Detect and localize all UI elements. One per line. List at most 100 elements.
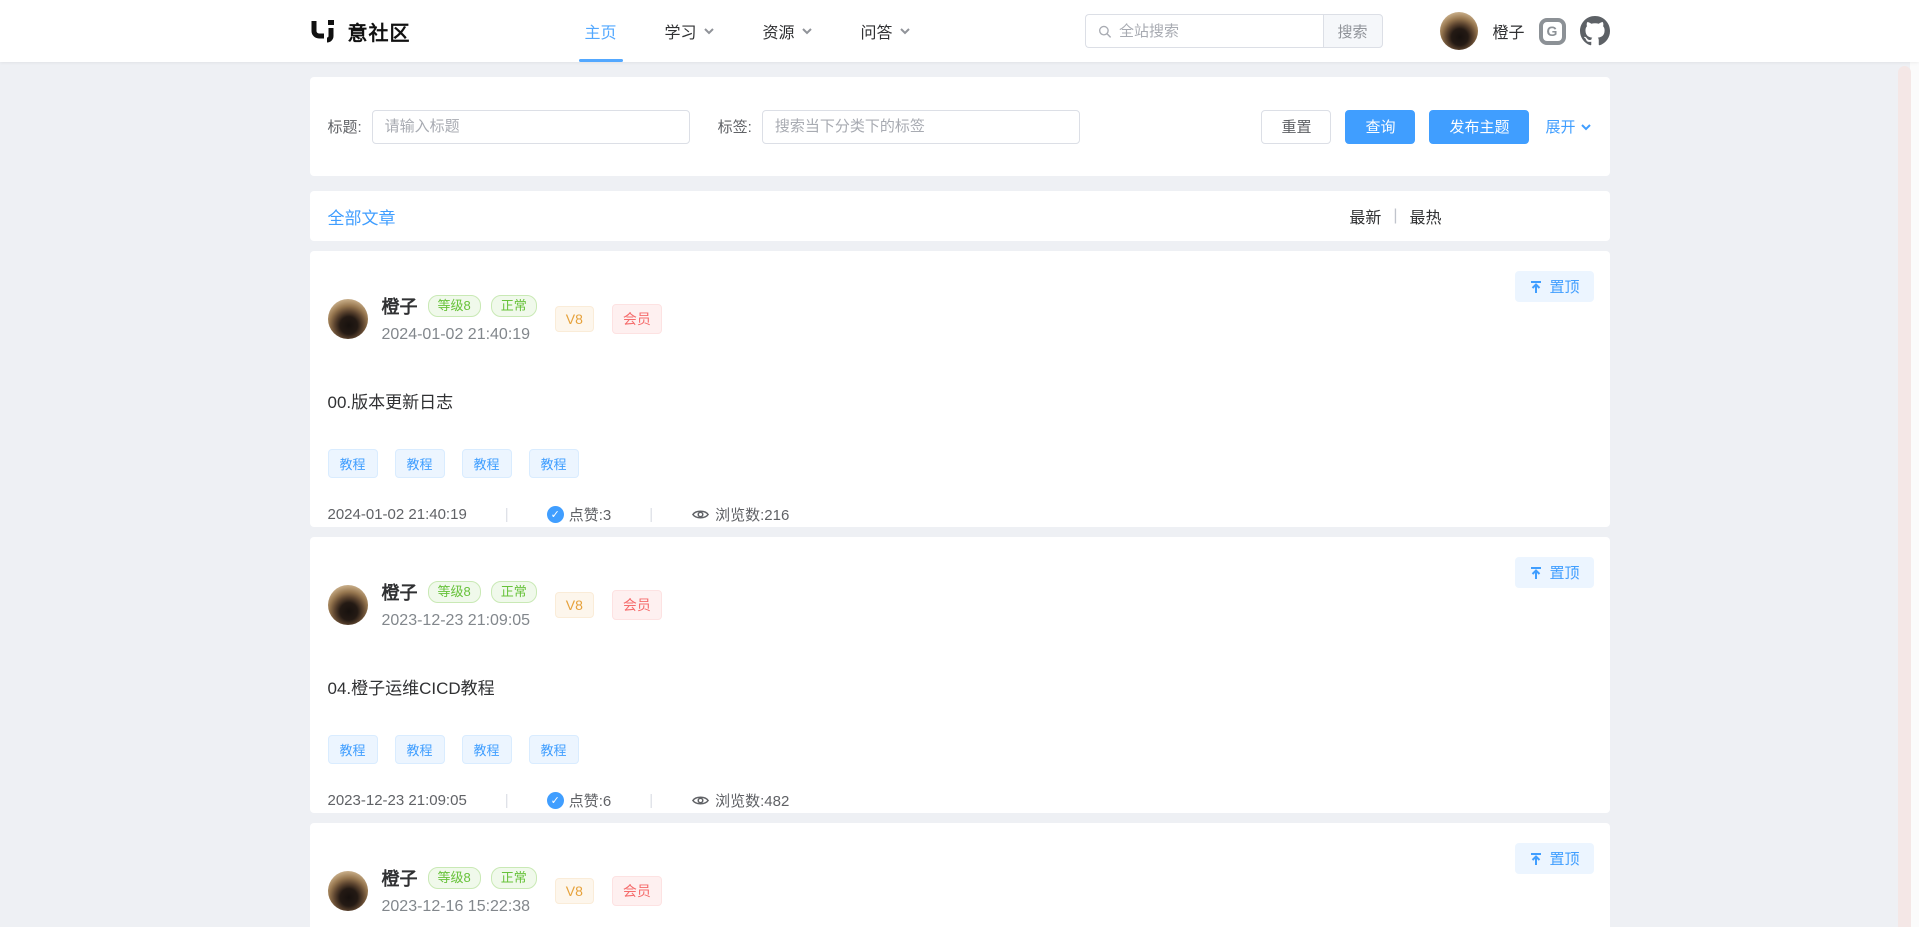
post-title[interactable]: 04.橙子运维CICD教程	[328, 674, 1592, 699]
tag-filter-label: 标签:	[718, 116, 752, 137]
post-card[interactable]: 置顶 橙子 等级8 正常 2023-12-16 15:22:38 V8 会员	[310, 823, 1610, 927]
views-stat: 浏览数:216	[691, 504, 789, 525]
pin-top-icon	[1529, 280, 1543, 294]
gitee-icon[interactable]: G	[1539, 18, 1566, 45]
expand-toggle[interactable]: 展开	[1545, 116, 1591, 137]
post-tag[interactable]: 教程	[529, 735, 579, 764]
post-author-avatar[interactable]	[328, 299, 368, 339]
global-search: 搜索	[1085, 14, 1383, 48]
title-filter-input[interactable]	[372, 110, 690, 144]
site-title: 意社区	[348, 17, 411, 46]
header-username[interactable]: 橙子	[1492, 19, 1524, 43]
search-button[interactable]: 搜索	[1323, 14, 1383, 48]
pin-top-icon	[1529, 566, 1543, 580]
member-badge: 会员	[612, 590, 662, 620]
vip-badge: V8	[555, 592, 594, 618]
chevron-down-icon	[899, 25, 911, 37]
like-check-icon: ✓	[547, 506, 564, 523]
sort-divider: |	[1393, 207, 1397, 225]
title-filter-label: 标题:	[328, 116, 362, 137]
chevron-down-icon	[1580, 121, 1592, 133]
level-badge: 等级8	[428, 581, 481, 603]
post-author-name[interactable]: 橙子	[382, 865, 418, 891]
search-input-wrap	[1085, 14, 1323, 48]
scrollbar-track[interactable]	[1910, 62, 1919, 927]
gitee-letter: G	[1547, 23, 1558, 39]
pin-label: 置顶	[1549, 562, 1579, 583]
sort-hottest[interactable]: 最热	[1409, 204, 1441, 228]
nav-item-home[interactable]: 主页	[561, 0, 641, 62]
eye-icon	[691, 791, 710, 810]
tag-filter-input[interactable]	[762, 110, 1080, 144]
filter-bar: 标题: 标签: 重置 查询 发布主题 展开	[310, 77, 1610, 176]
footer-divider: |	[505, 792, 509, 809]
post-author-name[interactable]: 橙子	[382, 579, 418, 605]
logo-icon	[310, 17, 338, 45]
post-author-avatar[interactable]	[328, 585, 368, 625]
pin-label: 置顶	[1549, 276, 1579, 297]
pin-button[interactable]: 置顶	[1515, 557, 1593, 588]
post-tag[interactable]: 教程	[328, 449, 378, 478]
publish-topic-button[interactable]: 发布主题	[1429, 110, 1529, 144]
post-datetime: 2023-12-16 15:22:38	[382, 898, 537, 916]
scrollbar-thumb[interactable]	[1898, 66, 1911, 927]
member-badge: 会员	[612, 876, 662, 906]
vip-badge: V8	[555, 878, 594, 904]
status-badge: 正常	[491, 581, 537, 603]
footer-divider: |	[649, 506, 653, 523]
footer-divider: |	[649, 792, 653, 809]
post-tag[interactable]: 教程	[462, 449, 512, 478]
post-author-name[interactable]: 橙子	[382, 293, 418, 319]
post-tag[interactable]: 教程	[462, 735, 512, 764]
pin-top-icon	[1529, 852, 1543, 866]
post-card[interactable]: 置顶 橙子 等级8 正常 2023-12-23 21:09:05 V8 会员 0…	[310, 537, 1610, 813]
article-list-header: 全部文章 最新 | 最热	[310, 191, 1610, 241]
post-datetime: 2023-12-23 21:09:05	[382, 612, 537, 630]
site-logo[interactable]: 意社区	[310, 17, 411, 46]
level-badge: 等级8	[428, 295, 481, 317]
all-articles-tab[interactable]: 全部文章	[328, 204, 396, 229]
post-title[interactable]: 00.版本更新日志	[328, 388, 1592, 413]
post-author-avatar[interactable]	[328, 871, 368, 911]
expand-label: 展开	[1545, 116, 1575, 137]
reset-button[interactable]: 重置	[1261, 110, 1331, 144]
footer-divider: |	[505, 506, 509, 523]
likes-label: 点赞:6	[569, 790, 612, 811]
query-button[interactable]: 查询	[1345, 110, 1415, 144]
views-stat: 浏览数:482	[691, 790, 789, 811]
footer-datetime: 2023-12-23 21:09:05	[328, 792, 467, 809]
status-badge: 正常	[491, 867, 537, 889]
post-card[interactable]: 置顶 橙子 等级8 正常 2024-01-02 21:40:19 V8 会员 0…	[310, 251, 1610, 527]
search-input[interactable]	[1119, 23, 1311, 40]
sort-newest[interactable]: 最新	[1349, 204, 1381, 228]
eye-icon	[691, 505, 710, 524]
pin-button[interactable]: 置顶	[1515, 271, 1593, 302]
views-label: 浏览数:216	[715, 504, 789, 525]
level-badge: 等级8	[428, 867, 481, 889]
nav-label: 问答	[861, 19, 893, 43]
chevron-down-icon	[703, 25, 715, 37]
nav-label: 学习	[665, 19, 697, 43]
views-label: 浏览数:482	[715, 790, 789, 811]
github-icon[interactable]	[1580, 16, 1610, 46]
pin-label: 置顶	[1549, 848, 1579, 869]
main-nav: 主页 学习 资源 问答	[561, 0, 935, 62]
search-icon	[1098, 24, 1111, 39]
post-tag[interactable]: 教程	[529, 449, 579, 478]
user-avatar[interactable]	[1440, 12, 1478, 50]
likes-stat: ✓ 点赞:3	[547, 504, 612, 525]
footer-datetime: 2024-01-02 21:40:19	[328, 506, 467, 523]
app-header: 意社区 主页 学习 资源 问答	[0, 0, 1919, 62]
nav-item-resources[interactable]: 资源	[739, 0, 837, 62]
chevron-down-icon	[801, 25, 813, 37]
member-badge: 会员	[612, 304, 662, 334]
post-tag[interactable]: 教程	[328, 735, 378, 764]
vip-badge: V8	[555, 306, 594, 332]
likes-label: 点赞:3	[569, 504, 612, 525]
like-check-icon: ✓	[547, 792, 564, 809]
post-tag[interactable]: 教程	[395, 735, 445, 764]
nav-item-qa[interactable]: 问答	[837, 0, 935, 62]
post-tag[interactable]: 教程	[395, 449, 445, 478]
nav-item-study[interactable]: 学习	[641, 0, 739, 62]
pin-button[interactable]: 置顶	[1515, 843, 1593, 874]
